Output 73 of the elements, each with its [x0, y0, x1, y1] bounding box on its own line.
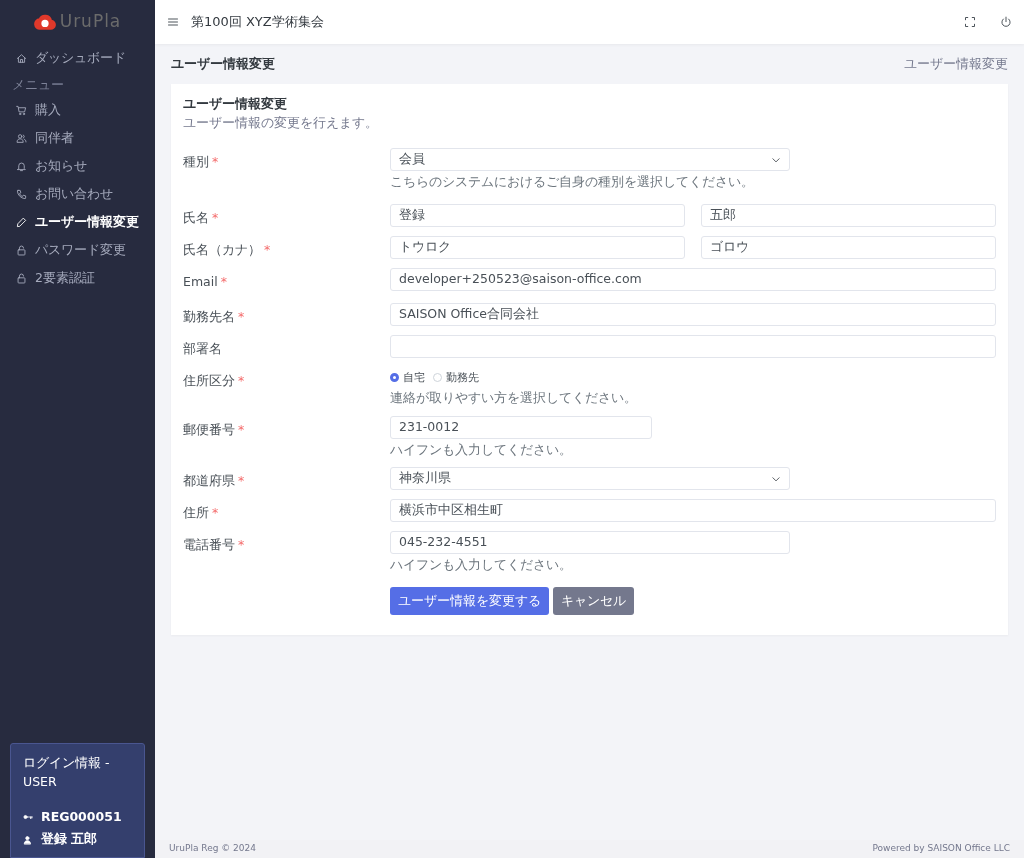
user-icon	[23, 834, 33, 845]
help-text: ハイフンも入力してください。	[390, 440, 573, 459]
required-mark: *	[238, 472, 245, 491]
field-label: 種別	[183, 153, 209, 172]
required-mark: *	[238, 308, 245, 327]
field-label: 勤務先名	[183, 308, 235, 327]
field-label: 郵便番号	[183, 420, 235, 439]
sidebar-item[interactable]: お問い合わせ	[0, 180, 155, 209]
radio-option[interactable]: 勤務先	[433, 369, 479, 386]
input-field[interactable]: developer+250523@saison-office.com	[390, 267, 996, 291]
required-mark: *	[212, 153, 219, 172]
bell-icon	[16, 161, 27, 173]
power-icon	[1000, 16, 1012, 28]
required-mark: *	[212, 504, 219, 522]
users-icon	[16, 133, 27, 145]
page-title: ユーザー情報変更	[171, 55, 275, 74]
sidebar-item[interactable]: 2要素認証	[0, 264, 155, 293]
field-label: Email	[183, 272, 218, 291]
user-id: REG000051	[41, 807, 122, 826]
input-field[interactable]: 横浜市中区相生町	[390, 499, 996, 522]
field-label: 住所	[183, 504, 209, 522]
required-mark: *	[238, 420, 245, 439]
logo-text: UruPla	[59, 10, 122, 34]
lock-icon	[16, 245, 27, 257]
breadcrumb-link[interactable]: ユーザー情報変更	[904, 54, 1008, 74]
copyright-text: UruPla Reg © 2024	[169, 842, 257, 855]
field-label: 電話番号	[183, 535, 235, 554]
user-name: 登録 五郎	[41, 830, 98, 849]
help-text: こちらのシステムにおけるご自身の種別を選択してください。	[390, 173, 755, 192]
sidebar-item[interactable]: ユーザー情報変更	[0, 208, 155, 237]
cancel-button[interactable]: キャンセル	[553, 586, 634, 616]
phone-icon	[16, 189, 27, 201]
home-icon	[16, 52, 27, 64]
input-field[interactable]: 231-0012	[390, 415, 652, 439]
field-label: 部署名	[183, 340, 222, 358]
sidebar-item[interactable]: ダッシュボード	[0, 44, 155, 72]
powered-by-text: Powered by SAISON Office LLC	[872, 842, 1010, 855]
required-mark: *	[212, 209, 219, 227]
help-text: 連絡が取りやすい方を選択してください。	[390, 388, 638, 407]
card-title: ユーザー情報変更	[183, 95, 288, 113]
field-label: 都道府県	[183, 472, 235, 491]
cart-icon	[16, 105, 27, 117]
required-mark: *	[238, 535, 245, 554]
input-field[interactable]: 045-232-4551	[390, 530, 790, 554]
login-info-title: ログイン情報 - USER	[23, 754, 111, 791]
input-field[interactable]: 登録	[390, 204, 685, 227]
radio-option[interactable]: 自宅	[390, 369, 425, 386]
card-subtitle: ユーザー情報の変更を行えます。	[183, 113, 379, 132]
fullscreen-icon	[964, 16, 976, 28]
sidebar-item[interactable]: お知らせ	[0, 152, 155, 181]
header-title: 第100回 XYZ学術集会	[191, 13, 324, 32]
lock-icon	[16, 273, 27, 285]
select-field[interactable]: 会員	[390, 148, 790, 172]
required-mark: *	[238, 371, 245, 390]
menu-heading: メニュー	[11, 76, 65, 94]
field-label: 氏名	[183, 209, 209, 227]
select-field[interactable]: 神奈川県	[390, 467, 790, 491]
submit-button[interactable]: ユーザー情報を変更する	[390, 586, 549, 616]
required-mark: *	[220, 272, 227, 291]
sidebar-item[interactable]: 同伴者	[0, 124, 155, 153]
input-field[interactable]: 五郎	[701, 204, 996, 227]
sidebar-item[interactable]: パスワード変更	[0, 236, 155, 265]
input-field[interactable]: SAISON Office合同会社	[390, 303, 996, 327]
input-field[interactable]: トウロク	[390, 235, 685, 259]
field-label: 住所区分	[183, 371, 235, 390]
input-field[interactable]: ゴロウ	[701, 235, 996, 259]
sidebar-item[interactable]: 購入	[0, 96, 155, 125]
input-field[interactable]	[390, 335, 996, 358]
help-text: ハイフンも入力してください。	[390, 555, 573, 574]
required-mark: *	[264, 240, 271, 259]
menu-icon	[167, 16, 179, 28]
pencil-icon	[16, 217, 27, 229]
field-label: 氏名（カナ）	[183, 240, 261, 259]
